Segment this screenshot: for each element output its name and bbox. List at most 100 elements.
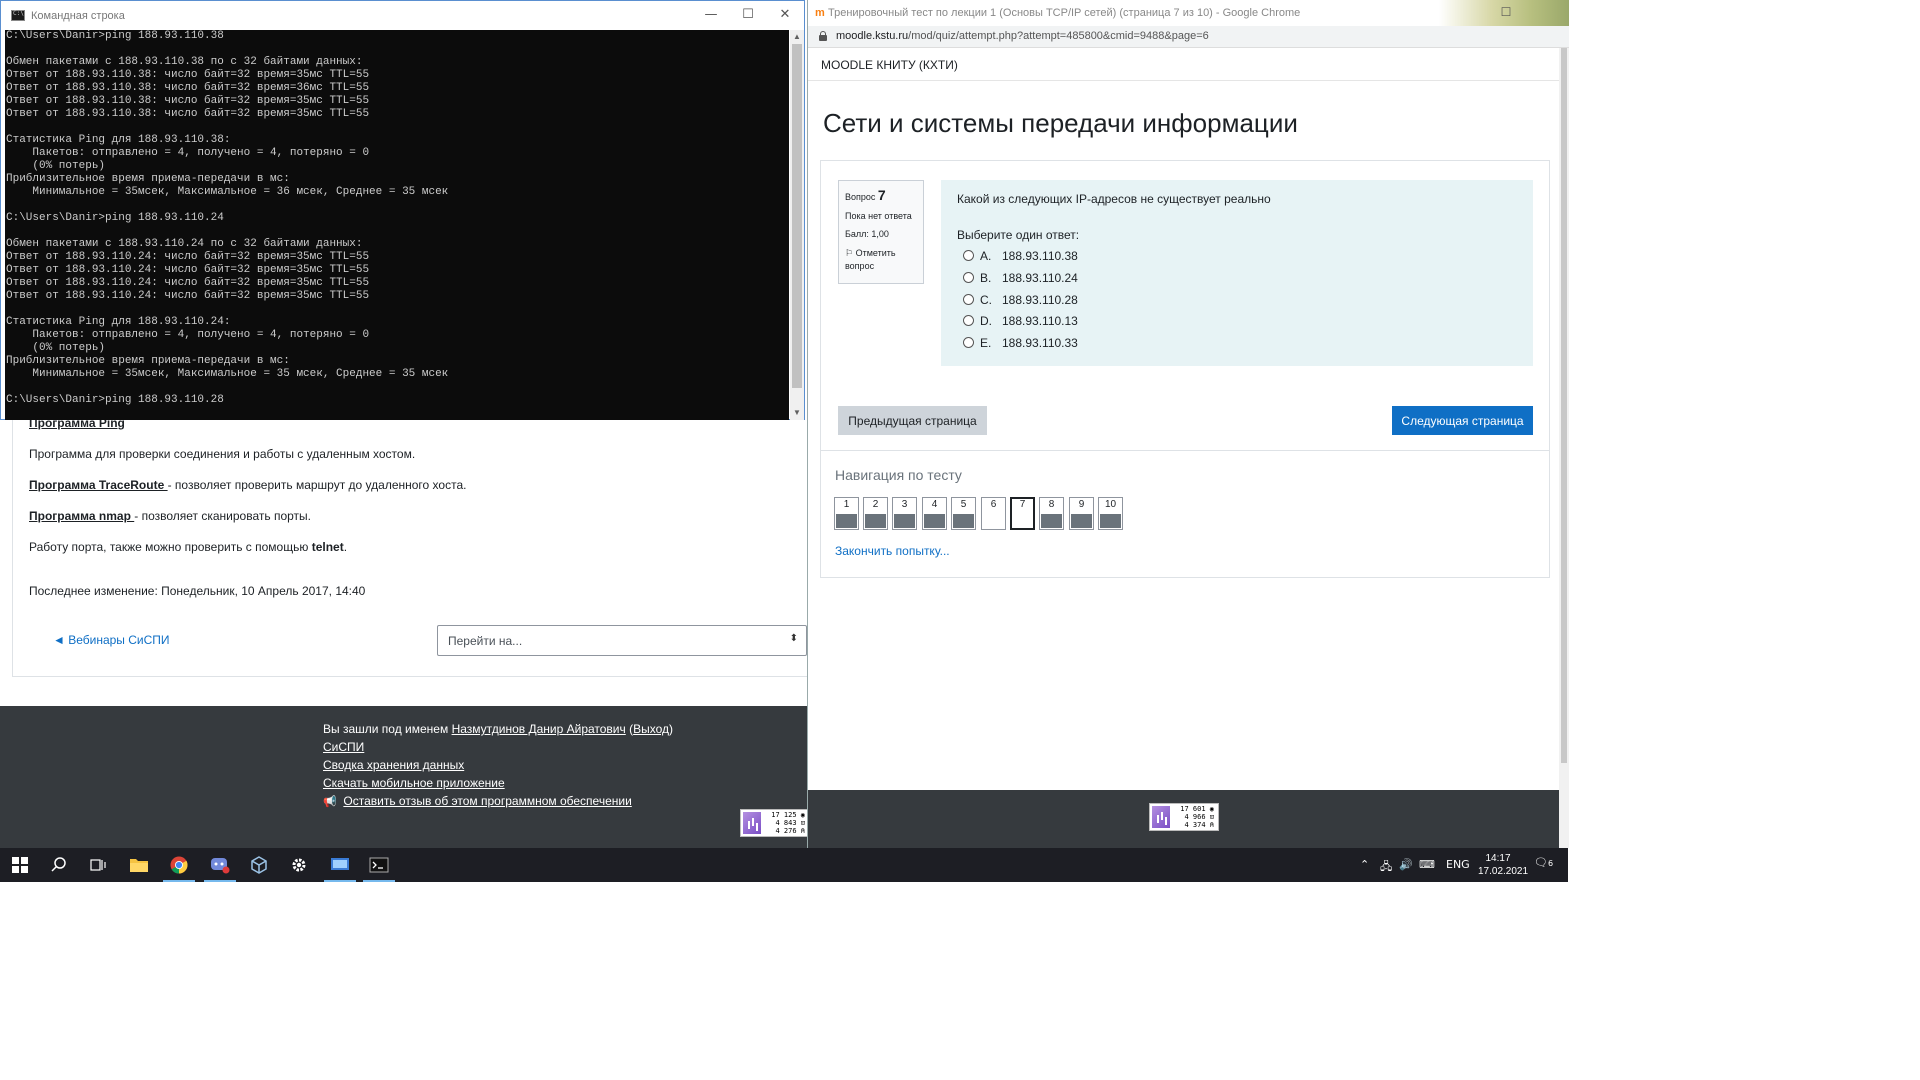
console-line: C:\Users\Danir>ping 188.93.110.28 xyxy=(6,394,224,406)
visit-counter-widget[interactable]: 17 125 ◉ 4 843 ⊡ 4 276 ⍝ xyxy=(740,809,810,837)
nmap-link[interactable]: Программа nmap xyxy=(29,509,134,523)
cmd-scroll-thumb[interactable] xyxy=(792,44,802,388)
nav-page-3[interactable]: 3 xyxy=(892,497,917,530)
page-scroll-thumb[interactable] xyxy=(1561,48,1567,763)
footer-link-sispi[interactable]: СиСПИ xyxy=(323,740,364,754)
console-line: Ответ от 188.93.110.24: число байт=32 вр… xyxy=(6,264,370,276)
footer-link-data-retention[interactable]: Сводка хранения данных xyxy=(323,758,464,772)
cmd-scrollbar[interactable]: ▲ ▼ xyxy=(790,30,804,420)
page-scrollbar[interactable] xyxy=(1559,48,1569,848)
finish-attempt-link[interactable]: Закончить попытку... xyxy=(835,544,950,558)
radio-icon[interactable] xyxy=(963,250,974,261)
telnet-paragraph: Работу порта, также можно проверить с по… xyxy=(29,540,348,554)
answer-option-e[interactable]: E. 188.93.110.33 xyxy=(963,336,1078,350)
console-line: Приблизительное время приема-передачи в … xyxy=(6,173,290,185)
quiz-card: Вопрос 7 Пока нет ответа Балл: 1,00 ⚐ От… xyxy=(820,160,1550,578)
close-button[interactable]: ✕ xyxy=(776,7,794,23)
radio-icon[interactable] xyxy=(963,272,974,283)
nav-page-5[interactable]: 5 xyxy=(951,497,976,530)
chrome-window-title: Тренировочный тест по лекции 1 (Основы T… xyxy=(828,7,1301,19)
prev-activity-link[interactable]: ◄ Вебинары СиСПИ xyxy=(53,633,170,647)
show-hidden-icons-chevron-icon[interactable]: ⌃ xyxy=(1360,858,1369,871)
keyboard-icon[interactable]: ⌨ xyxy=(1419,858,1435,871)
virtualbox-taskbar-button[interactable] xyxy=(239,848,279,882)
cmd-title-bar[interactable]: Командная строка — ☐ ✕ xyxy=(1,1,804,30)
notifications-button[interactable]: 🗨6 xyxy=(1534,856,1553,869)
scroll-down-icon[interactable]: ▼ xyxy=(790,407,804,419)
answer-option-c[interactable]: C. 188.93.110.28 xyxy=(963,293,1078,307)
nav-page-7-current[interactable]: 7 xyxy=(1010,497,1035,530)
search-button[interactable] xyxy=(39,848,79,882)
answer-prompt: Выберите один ответ: xyxy=(957,228,1080,242)
chrome-icon xyxy=(170,856,188,874)
url-text[interactable]: moodle.kstu.ru/mod/quiz/attempt.php?atte… xyxy=(836,30,1209,42)
box-icon xyxy=(251,856,267,874)
file-explorer-button[interactable] xyxy=(119,848,159,882)
site-brand[interactable]: MOODLE КНИТУ (КХТИ) xyxy=(821,58,958,72)
nav-page-2[interactable]: 2 xyxy=(863,497,888,530)
console-line: Ответ от 188.93.110.38: число байт=32 вр… xyxy=(6,82,370,94)
traceroute-link[interactable]: Программа TraceRoute xyxy=(29,478,168,492)
nav-page-9[interactable]: 9 xyxy=(1069,497,1094,530)
console-line: Обмен пакетами с 188.93.110.24 по с 32 б… xyxy=(6,238,363,250)
windows-taskbar: ⌃ 🖧 🔊 ⌨ ENG 14:17 17.02.2021 🗨6 xyxy=(0,848,1568,882)
language-indicator[interactable]: ENG xyxy=(1446,858,1470,871)
answer-option-d[interactable]: D. 188.93.110.13 xyxy=(963,314,1078,328)
nav-page-4[interactable]: 4 xyxy=(922,497,947,530)
radio-icon[interactable] xyxy=(963,337,974,348)
console-line: Обмен пакетами с 188.93.110.38 по с 32 б… xyxy=(6,56,363,68)
monitor-app-icon xyxy=(331,858,349,870)
network-app-taskbar-button[interactable] xyxy=(320,848,360,882)
chrome-window[interactable]: m Тренировочный тест по лекции 1 (Основы… xyxy=(807,0,1569,848)
footer-feedback[interactable]: 📢 Оставить отзыв об этом программном обе… xyxy=(323,794,632,808)
chrome-title-bar[interactable]: m Тренировочный тест по лекции 1 (Основы… xyxy=(808,0,1569,26)
console-line: Ответ от 188.93.110.38: число байт=32 вр… xyxy=(6,108,370,120)
chrome-taskbar-button[interactable] xyxy=(159,848,199,882)
nav-page-6[interactable]: 6 xyxy=(981,497,1006,530)
console-line: C:\Users\Danir>ping 188.93.110.24 xyxy=(6,212,224,224)
last-modified: Последнее изменение: Понедельник, 10 Апр… xyxy=(29,584,366,598)
clock[interactable]: 14:17 17.02.2021 xyxy=(1478,852,1528,878)
console-line: Приблизительное время приема-передачи в … xyxy=(6,355,290,367)
radio-icon[interactable] xyxy=(963,315,974,326)
cmd-console[interactable]: C:\Users\Danir>ping 188.93.110.38 Обмен … xyxy=(5,30,789,420)
previous-page-button[interactable]: Предыдущая страница xyxy=(838,406,987,435)
answer-option-b[interactable]: B. 188.93.110.24 xyxy=(963,271,1078,285)
app-taskbar-button[interactable] xyxy=(200,848,240,882)
console-line: Пакетов: отправлено = 4, получено = 4, п… xyxy=(6,147,370,159)
logout-link[interactable]: Выход xyxy=(633,722,669,736)
flag-icon: ⚐ xyxy=(845,248,854,258)
next-page-button[interactable]: Следующая страница xyxy=(1392,406,1533,435)
address-bar[interactable]: moodle.kstu.ru/mod/quiz/attempt.php?atte… xyxy=(808,26,1569,48)
settings-taskbar-button[interactable] xyxy=(279,848,319,882)
task-view-button[interactable] xyxy=(78,848,118,882)
question-info: Вопрос 7 Пока нет ответа Балл: 1,00 ⚐ От… xyxy=(838,180,924,284)
command-prompt-window[interactable]: Командная строка — ☐ ✕ C:\Users\Danir>pi… xyxy=(0,0,805,420)
jump-to-select[interactable]: Перейти на... ⬍ xyxy=(437,625,807,656)
cmd-app-icon xyxy=(11,10,25,21)
console-line: Ответ от 188.93.110.24: число байт=32 вр… xyxy=(6,251,370,263)
answer-option-a[interactable]: A. 188.93.110.38 xyxy=(963,249,1078,263)
scroll-up-icon[interactable]: ▲ xyxy=(790,31,804,43)
maximize-button[interactable]: ☐ xyxy=(739,7,757,23)
user-profile-link[interactable]: Назмутдинов Данир Айратович xyxy=(452,722,626,736)
flag-question-button[interactable]: ⚐ Отметить вопрос xyxy=(845,247,917,273)
visit-counter-widget[interactable]: 17 601 ◉ 4 966 ⊡ 4 374 ⍝ xyxy=(1149,803,1219,831)
start-button[interactable] xyxy=(0,848,40,882)
cmd-taskbar-button[interactable] xyxy=(359,848,399,882)
maximize-button[interactable]: ☐ xyxy=(1499,5,1513,19)
network-icon[interactable]: 🖧 xyxy=(1380,858,1392,877)
console-line: Ответ от 188.93.110.24: число байт=32 вр… xyxy=(6,277,370,289)
minimize-button[interactable]: — xyxy=(702,7,720,23)
radio-icon[interactable] xyxy=(963,294,974,305)
volume-icon[interactable]: 🔊 xyxy=(1399,858,1413,871)
nav-page-8[interactable]: 8 xyxy=(1039,497,1064,530)
console-line: Статистика Ping для 188.93.110.24: xyxy=(6,316,231,328)
footer-link-mobile-app[interactable]: Скачать мобильное приложение xyxy=(323,776,505,790)
nav-page-1[interactable]: 1 xyxy=(834,497,859,530)
nav-page-10[interactable]: 10 xyxy=(1098,497,1123,530)
